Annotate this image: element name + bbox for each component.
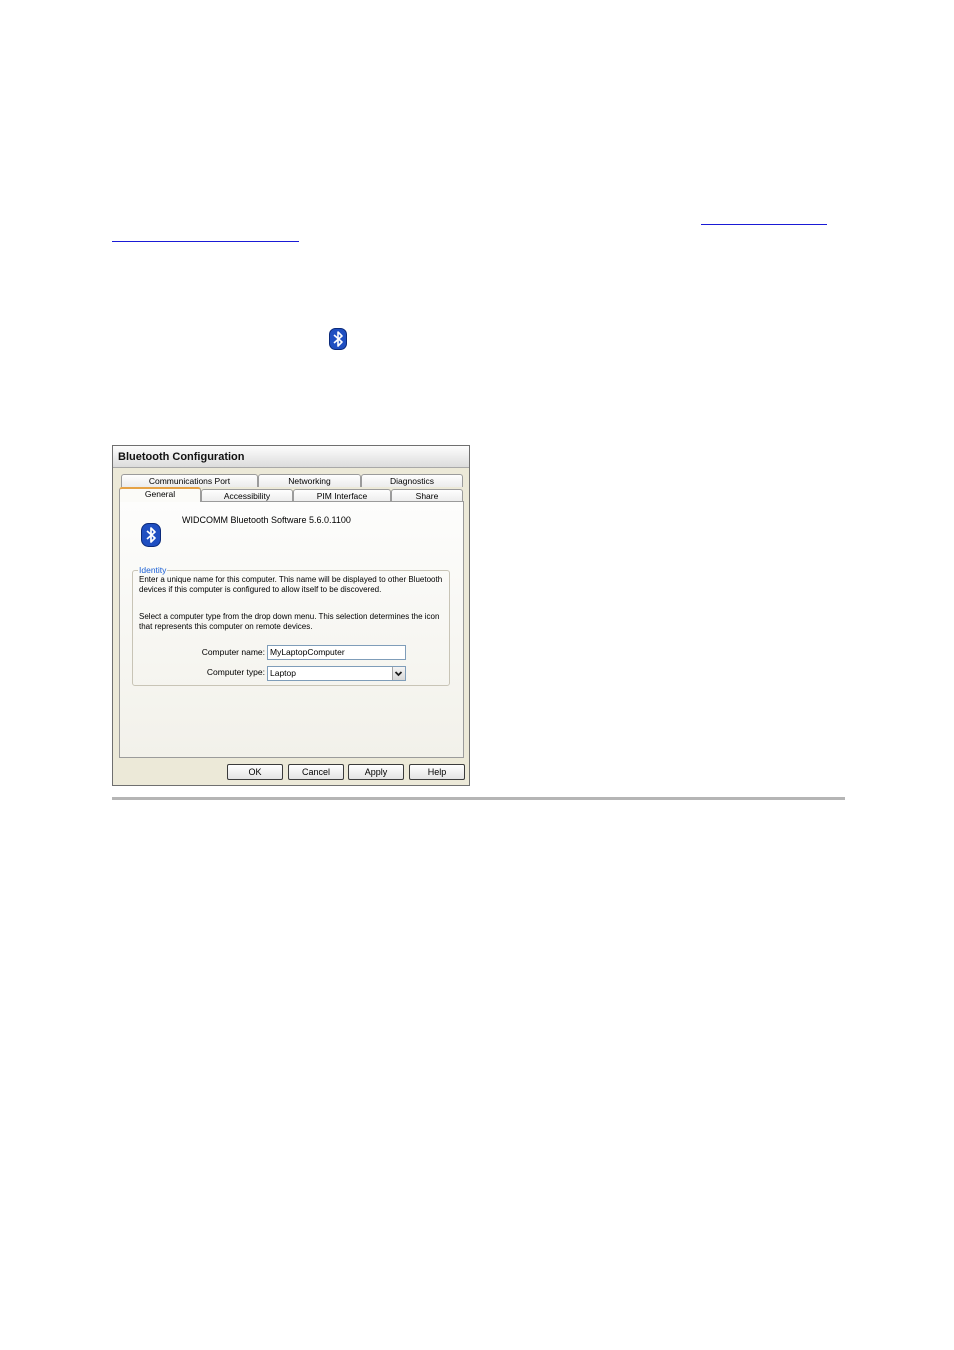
computer-name-label: Computer name: [201, 647, 265, 657]
bluetooth-icon [141, 523, 161, 547]
general-tab-panel: WIDCOMM Bluetooth Software 5.6.0.1100 Id… [119, 501, 464, 758]
bluetooth-icon [329, 328, 347, 350]
link-underline-2[interactable] [112, 241, 299, 242]
ok-button[interactable]: OK [227, 764, 283, 780]
software-version: WIDCOMM Bluetooth Software 5.6.0.1100 [182, 515, 351, 525]
identity-label: Identity [138, 565, 168, 575]
apply-button[interactable]: Apply [348, 764, 404, 780]
computer-name-input[interactable]: MyLaptopComputer [267, 645, 406, 660]
tab-networking[interactable]: Networking [258, 474, 361, 487]
identity-text-line: Enter a unique name for this computer. T… [139, 575, 443, 584]
computer-type-select[interactable]: Laptop [267, 666, 406, 681]
tab-communications-port[interactable]: Communications Port [121, 474, 258, 487]
identity-text-line: Select a computer type from the drop dow… [139, 612, 440, 621]
cancel-button[interactable]: Cancel [288, 764, 344, 780]
tab-diagnostics[interactable]: Diagnostics [361, 474, 463, 487]
dialog-title: Bluetooth Configuration [113, 446, 469, 468]
identity-groupbox: Identity Enter a unique name for this co… [132, 565, 450, 686]
link-underline-1[interactable] [701, 224, 827, 225]
help-button[interactable]: Help [409, 764, 465, 780]
chevron-down-icon[interactable] [392, 667, 405, 680]
computer-type-value: Laptop [270, 668, 296, 678]
computer-type-label: Computer type: [206, 667, 265, 677]
identity-text-line: devices if this computer is configured t… [139, 585, 382, 594]
horizontal-rule [112, 797, 845, 800]
tab-general[interactable]: General [119, 487, 201, 502]
bluetooth-configuration-dialog: Bluetooth Configuration Communications P… [112, 445, 470, 786]
identity-text-line: that represents this computer on remote … [139, 622, 313, 631]
